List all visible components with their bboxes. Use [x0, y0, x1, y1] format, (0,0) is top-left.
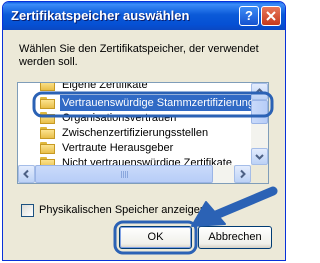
list-item-label: Zwischenzertifizierungsstellen	[62, 127, 209, 139]
folder-icon	[40, 97, 56, 109]
chevron-right-icon	[240, 169, 246, 179]
folder-icon	[40, 83, 56, 91]
chevron-down-icon	[255, 154, 264, 160]
list-item-label: Vertrauenswürdige Stammzertifizierungs	[60, 95, 251, 111]
list-item-label: Vertraute Herausgeber	[62, 142, 174, 154]
cancel-button[interactable]: Abbrechen	[198, 226, 272, 249]
grip-icon	[121, 171, 129, 178]
show-physical-store-label: Physikalischen Speicher anzeigen	[39, 204, 206, 216]
horizontal-scrollbar[interactable]	[18, 165, 251, 183]
close-button[interactable]	[261, 6, 281, 26]
folder-icon	[40, 127, 56, 139]
list-item-label: Eigene Zertifikate	[62, 83, 148, 91]
scroll-up-button[interactable]	[251, 83, 268, 100]
folder-icon	[40, 157, 56, 165]
ok-button[interactable]: OK	[119, 226, 192, 249]
window-title: Zertifikatspeicher auswählen	[11, 8, 190, 23]
folder-icon	[40, 112, 56, 124]
list-item-label: Organisationsvertrauen	[62, 112, 177, 124]
scroll-down-button[interactable]	[251, 148, 268, 165]
list-item-label: Nicht vertrauenswürdige Zertifikate	[62, 157, 232, 165]
list-item[interactable]: Vertraute Herausgeber	[20, 140, 251, 156]
scroll-left-button[interactable]	[18, 165, 35, 183]
list-item[interactable]: Vertrauenswürdige Stammzertifizierungs	[20, 95, 251, 111]
list-item[interactable]: Eigene Zertifikate	[20, 83, 251, 93]
show-physical-store-checkbox[interactable]	[21, 204, 34, 217]
help-label: ?	[245, 8, 253, 23]
scrollbar-corner	[251, 165, 268, 183]
close-icon	[266, 11, 276, 21]
chevron-left-icon	[23, 169, 29, 179]
vertical-scrollbar[interactable]	[251, 83, 268, 165]
list-item[interactable]: Zwischenzertifizierungsstellen	[20, 125, 251, 141]
folder-icon	[40, 142, 56, 154]
chevron-up-icon	[255, 88, 264, 94]
vertical-scroll-thumb[interactable]	[251, 100, 268, 124]
list-item[interactable]: Nicht vertrauenswürdige Zertifikate	[20, 155, 251, 165]
scroll-right-button[interactable]	[234, 165, 251, 183]
certificate-store-list[interactable]: Eigene Zertifikate Vertrauenswürdige Stam…	[17, 82, 269, 184]
horizontal-scroll-thumb[interactable]	[35, 165, 213, 183]
list-item[interactable]: Organisationsvertrauen	[20, 110, 251, 126]
help-button[interactable]: ?	[239, 6, 259, 26]
description-text: Wählen Sie den Zertifikatspeicher, der v…	[19, 43, 259, 68]
title-bar: Zertifikatspeicher auswählen ?	[3, 2, 285, 30]
list-rows: Eigene Zertifikate Vertrauenswürdige Stam…	[18, 83, 251, 165]
